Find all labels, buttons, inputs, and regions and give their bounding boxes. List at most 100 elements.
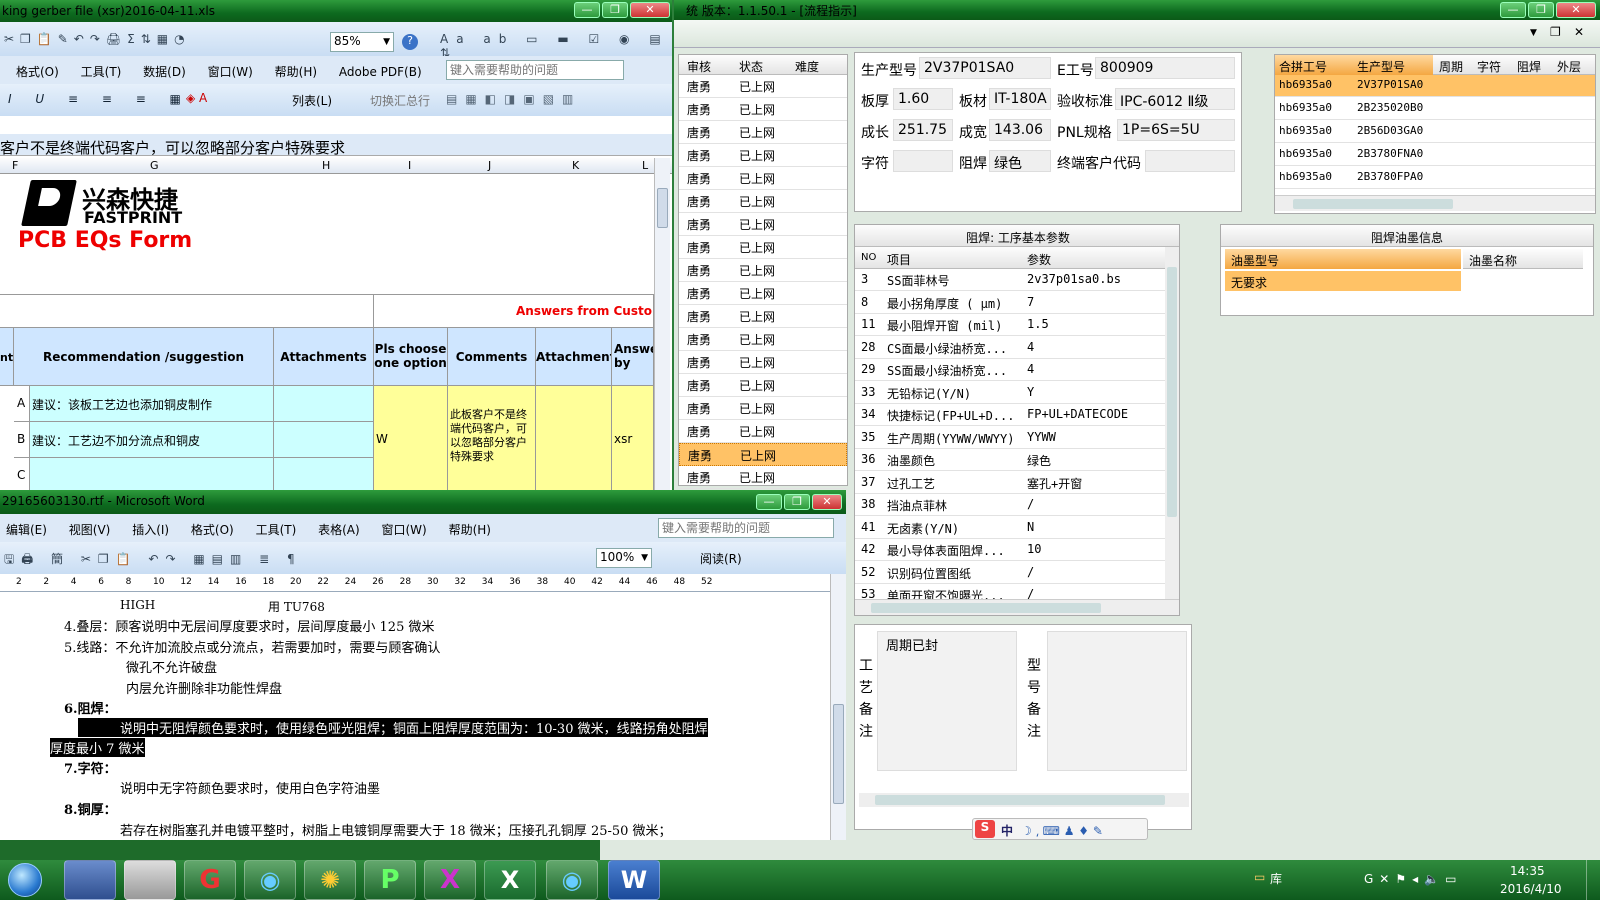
char-field[interactable] [893,150,953,172]
craft-textarea[interactable]: 周期已封 [877,631,1017,771]
param-row[interactable]: 41 无卤素(Y/N) N [855,517,1165,539]
mdi-close-button[interactable]: ✕ [1574,25,1584,39]
approval-row[interactable]: 唐勇 已上网 [679,259,847,282]
excel-maximize-button[interactable]: ❐ [602,2,628,18]
word-menu-help[interactable]: 帮助(H) [449,523,491,537]
excel-minimize-button[interactable]: — [574,2,600,18]
suggestion-a[interactable]: 建议：该板工艺边也添加铜皮制作 [30,386,274,422]
column-header[interactable]: H [322,159,330,172]
model-textarea[interactable] [1047,631,1187,771]
approval-row[interactable]: 唐勇 已上网 [679,167,847,190]
excel-menu-tools[interactable]: 工具(T) [81,65,122,79]
maximize-button[interactable]: ❐ [1528,2,1554,18]
merge-row[interactable]: hb6935a0 2B235020B0 [1275,98,1595,120]
ink-col-type[interactable]: 油墨型号 [1225,249,1461,269]
excel-help-search[interactable] [446,60,624,80]
params-col-no[interactable]: NO [861,252,876,263]
approval-row[interactable]: 唐勇 已上网 [679,328,847,351]
merge-row[interactable]: hb6935a0 2B3780FNA0 [1275,144,1595,166]
param-row[interactable]: 52 识别码位置图纸 / [855,562,1165,584]
len-field[interactable]: 251.75 [893,119,953,141]
column-header[interactable]: L [642,159,648,172]
doc-selected-line-1[interactable]: 说明中无阻焊颜色要求时，使用绿色哑光阻焊；铜面上阻焊厚度范围为：10-30 微米… [78,718,708,737]
excel-close-button[interactable]: ✕ [630,2,670,18]
notes-hscroll[interactable] [859,793,1189,807]
ruler[interactable]: 2 2 4 6 8 10 12 14 16 18 20 22 24 26 28 30 32 34 36 38 40 42 4… [0,574,830,592]
approval-row[interactable]: 唐勇 已上网 [679,420,847,443]
suggestion-b[interactable]: 建议：工艺边不加分流点和铜皮 [30,422,274,458]
approval-row[interactable]: 唐勇 已上网 [679,466,847,489]
taskbar-eye-app-icon[interactable]: ◉ [244,860,296,900]
word-close-button[interactable]: ✕ [812,494,842,510]
param-row[interactable]: 38 挡油点菲林 / [855,494,1165,516]
merge-col-char[interactable]: 字符 [1477,58,1501,75]
merge-row[interactable]: hb6935a0 2B56D03GA0 [1275,121,1595,143]
close-button[interactable]: ✕ [1556,2,1596,18]
word-menu-table[interactable]: 表格(A) [318,523,360,537]
word-toolbar-icons[interactable]: 🖫🖨 簡 ✂❐📋 ↶↷ ▦▤▥ ≣ ¶ [4,550,302,571]
wid-field[interactable]: 143.06 [989,119,1051,141]
excel-menu-data[interactable]: 数据(D) [143,65,186,79]
param-row[interactable]: 3 SS面菲林号 2v37p01sa0.bs [855,269,1165,291]
param-row[interactable]: 42 最小导体表面阻焊... 10 [855,539,1165,561]
approval-row[interactable]: 唐勇 已上网 [679,397,847,420]
approval-row[interactable]: 唐勇 已上网 [679,190,847,213]
excel-zoom-select[interactable]: 85% ▼ [330,32,394,52]
column-header[interactable]: F [12,159,18,172]
thick-field[interactable]: 1.60 [893,88,953,110]
library-label[interactable]: 库 [1270,870,1282,887]
column-header[interactable]: I [408,159,411,172]
approval-row[interactable]: 唐勇 已上网 [679,236,847,259]
params-vscroll[interactable] [1165,247,1179,599]
approval-row[interactable]: 唐勇 已上网 [679,121,847,144]
excel-list-button[interactable]: 列表(L) [292,92,332,109]
e-field[interactable]: 800909 [1095,57,1235,79]
excel-menu-window[interactable]: 窗口(W) [208,65,253,79]
document-page[interactable]: HIGH 用 TU768 4.叠层：顾客说明中无层间厚度要求时，层间厚度最小 1… [0,592,830,840]
mdi-restore-button[interactable]: ❐ [1550,25,1561,39]
mask-field[interactable]: 绿色 [989,150,1051,172]
approval-row[interactable]: 唐勇 已上网 [679,98,847,121]
clock-date[interactable]: 2016/4/10 [1500,882,1562,896]
material-field[interactable]: IT-180A [989,88,1051,110]
word-read-button[interactable]: 阅读(R) [700,550,742,567]
excel-menu-help[interactable]: 帮助(H) [275,65,317,79]
approval-row[interactable]: 唐勇 已上网 [679,75,847,98]
approval-row[interactable]: 唐勇 已上网 [679,213,847,236]
ink-row-type[interactable]: 无要求 [1225,271,1461,291]
excel-summary-toggle[interactable]: 切换汇总行 [370,92,430,109]
word-menu-insert[interactable]: 插入(I) [132,523,169,537]
ink-col-name[interactable]: 油墨名称 [1463,249,1583,269]
merge-hscroll[interactable] [1275,195,1595,211]
approval-row[interactable]: 唐勇 已上网 [679,443,847,466]
taskbar-word-icon[interactable]: W [608,860,660,900]
word-menu-view[interactable]: 视图(V) [69,523,111,537]
mdi-menu-arrow[interactable]: ▼ [1530,28,1537,38]
std-field[interactable]: IPC-6012 Ⅱ级 [1115,88,1235,110]
param-row[interactable]: 33 无铅标记(Y/N) Y [855,382,1165,404]
taskbar-excel-icon[interactable]: X [484,860,536,900]
word-minimize-button[interactable]: — [756,494,782,510]
merge-col-outer[interactable]: 外层 [1557,58,1581,75]
cust-field[interactable] [1145,150,1235,172]
taskbar-p-app-icon[interactable]: P [364,860,416,900]
word-menu-edit[interactable]: 编辑(E) [6,523,47,537]
toolbar-icons-1[interactable]: ✂❐📋✎↶↷🖨Σ⇅▦◔ [4,32,191,46]
show-desktop-button[interactable] [1586,860,1600,900]
param-row[interactable]: 34 快捷标记(FP+UL+D... FP+UL+DATECODE [855,404,1165,426]
excel-menu-format[interactable]: 格式(O) [16,65,59,79]
toolbar-icons-3[interactable]: ▤▦◧◨▣▧▥ [446,92,581,106]
tray-icons[interactable]: G✕⚑◂🔈▭ [1364,872,1462,886]
word-maximize-button[interactable]: ❐ [784,494,810,510]
taskbar-g-app-icon[interactable]: G [184,860,236,900]
fill-color-icon[interactable]: ◈ A [186,91,207,105]
word-zoom-select[interactable]: 100% ▼ [596,548,652,568]
minimize-button[interactable]: — [1500,2,1526,18]
word-vscroll[interactable] [830,574,846,840]
pnl-field[interactable]: 1P=6S=5U [1117,119,1235,141]
taskbar-save-icon[interactable] [64,860,116,900]
formula-bar[interactable]: 客户不是终端代码客户，可以忽略部分客户特殊要求 [0,116,672,157]
params-col-item[interactable]: 项目 [887,251,911,268]
params-hscroll[interactable] [855,599,1179,615]
merge-col-model[interactable]: 生产型号 [1353,55,1433,75]
